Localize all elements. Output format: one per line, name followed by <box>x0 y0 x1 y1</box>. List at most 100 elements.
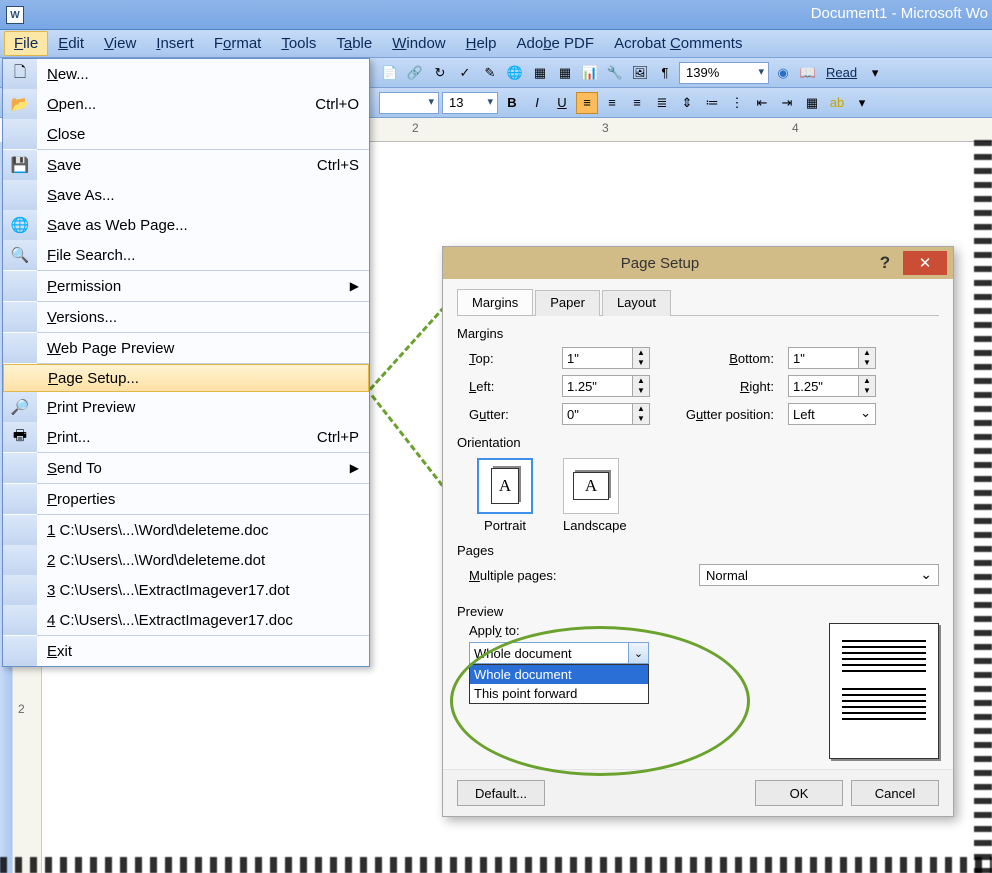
close-button[interactable]: ✕ <box>903 251 947 275</box>
file-menu-item[interactable]: Versions... <box>3 302 369 332</box>
file-menu-item[interactable]: Page Setup... <box>3 364 369 392</box>
file-menu-item[interactable]: Exit <box>3 636 369 666</box>
toolbar-button[interactable]: ▦ <box>529 62 551 84</box>
toolbar-button[interactable]: 🖼 <box>629 62 651 84</box>
file-menu-item[interactable]: Save As... <box>3 180 369 210</box>
justify-button[interactable]: ≣ <box>651 92 673 114</box>
top-spinbox[interactable]: ▲▼ <box>562 347 662 369</box>
increase-indent-button[interactable]: ⇥ <box>776 92 798 114</box>
bottom-spinbox[interactable]: ▲▼ <box>788 347 888 369</box>
underline-button[interactable]: U <box>551 92 573 114</box>
font-size-combo[interactable]: 13 <box>442 92 498 114</box>
toolbar-button[interactable]: 📄 <box>379 62 401 84</box>
spin-down[interactable]: ▼ <box>633 414 649 424</box>
align-left-button[interactable]: ≡ <box>576 92 598 114</box>
highlight-button[interactable]: ab <box>826 92 848 114</box>
spin-down[interactable]: ▼ <box>633 358 649 368</box>
font-name-combo[interactable] <box>379 92 439 114</box>
file-menu-item[interactable]: 4 C:\Users\...\ExtractImagever17.doc <box>3 605 369 635</box>
file-menu-item[interactable]: Web Page Preview <box>3 333 369 363</box>
menu-adobe-pdf[interactable]: Adobe PDF <box>507 31 605 56</box>
menu-edit[interactable]: Edit <box>48 31 94 56</box>
cancel-button[interactable]: Cancel <box>851 780 939 806</box>
bottom-input[interactable] <box>788 347 858 369</box>
gutter-position-select[interactable]: Left <box>788 403 876 425</box>
file-menu-item[interactable]: 🔎Print Preview <box>3 392 369 422</box>
apply-option-this-point-forward[interactable]: This point forward <box>470 684 648 703</box>
toolbar-button[interactable]: 🌐 <box>504 62 526 84</box>
spin-up[interactable]: ▲ <box>633 376 649 386</box>
left-input[interactable] <box>562 375 632 397</box>
tab-paper[interactable]: Paper <box>535 290 600 316</box>
menu-file[interactable]: File <box>4 31 48 56</box>
align-right-button[interactable]: ≡ <box>626 92 648 114</box>
apply-option-whole-document[interactable]: Whole document <box>470 665 648 684</box>
borders-button[interactable]: ▦ <box>801 92 823 114</box>
file-menu-item[interactable]: 1 C:\Users\...\Word\deleteme.doc <box>3 515 369 545</box>
toolbar-button[interactable]: 📊 <box>579 62 601 84</box>
ok-button[interactable]: OK <box>755 780 843 806</box>
read-label[interactable]: Read <box>822 65 861 80</box>
toolbar-overflow[interactable]: ▾ <box>864 62 886 84</box>
help-button[interactable]: ? <box>871 253 899 273</box>
chevron-down-icon[interactable]: ⌄ <box>628 643 648 663</box>
pilcrow-icon[interactable]: ¶ <box>654 62 676 84</box>
apply-to-combo[interactable]: Whole document ⌄ <box>469 642 649 664</box>
toolbar-button[interactable]: ▦ <box>554 62 576 84</box>
gutter-input[interactable] <box>562 403 632 425</box>
toolbar-button[interactable]: 🔧 <box>604 62 626 84</box>
read-mode-icon[interactable]: 📖 <box>797 62 819 84</box>
help-icon[interactable]: ◉ <box>772 62 794 84</box>
file-menu-item[interactable]: Permission▶ <box>3 271 369 301</box>
file-menu-item[interactable]: Send To▶ <box>3 453 369 483</box>
bullet-list-button[interactable]: ⋮ <box>726 92 748 114</box>
file-menu-item[interactable]: 🌐Save as Web Page... <box>3 210 369 240</box>
right-spinbox[interactable]: ▲▼ <box>788 375 888 397</box>
orientation-landscape[interactable]: Landscape <box>563 458 627 533</box>
spin-down[interactable]: ▼ <box>859 358 875 368</box>
gutter-spinbox[interactable]: ▲▼ <box>562 403 662 425</box>
file-menu-item[interactable]: 🗋New... <box>3 59 369 89</box>
dialog-title-bar[interactable]: Page Setup ? ✕ <box>443 247 953 279</box>
file-menu-item[interactable]: 3 C:\Users\...\ExtractImagever17.dot <box>3 575 369 605</box>
file-menu-item[interactable]: 🔍File Search... <box>3 240 369 270</box>
menu-help[interactable]: Help <box>456 31 507 56</box>
bold-button[interactable]: B <box>501 92 523 114</box>
menu-window[interactable]: Window <box>382 31 455 56</box>
toolbar-button[interactable]: ✎ <box>479 62 501 84</box>
toolbar-button[interactable]: ✓ <box>454 62 476 84</box>
file-menu-item[interactable]: 📂Open...Ctrl+O <box>3 89 369 119</box>
orientation-portrait[interactable]: Portrait <box>477 458 533 533</box>
toolbar-overflow[interactable]: ▾ <box>851 92 873 114</box>
spin-up[interactable]: ▲ <box>633 348 649 358</box>
zoom-combo[interactable]: 139% <box>679 62 769 84</box>
spin-up[interactable]: ▲ <box>859 376 875 386</box>
toolbar-button[interactable]: 🔗 <box>404 62 426 84</box>
default-button[interactable]: Default... <box>457 780 545 806</box>
menu-acrobat-comments[interactable]: Acrobat Comments <box>604 31 752 56</box>
menu-tools[interactable]: Tools <box>271 31 326 56</box>
file-menu-item[interactable]: 💾SaveCtrl+S <box>3 150 369 180</box>
file-menu-item[interactable]: 🖶Print...Ctrl+P <box>3 422 369 452</box>
spin-up[interactable]: ▲ <box>633 404 649 414</box>
file-menu-item[interactable]: Close <box>3 119 369 149</box>
align-center-button[interactable]: ≡ <box>601 92 623 114</box>
toolbar-button[interactable]: ↻ <box>429 62 451 84</box>
file-menu-item[interactable]: Properties <box>3 484 369 514</box>
tab-margins[interactable]: Margins <box>457 289 533 315</box>
menu-format[interactable]: Format <box>204 31 272 56</box>
multiple-pages-select[interactable]: Normal <box>699 564 939 586</box>
spin-up[interactable]: ▲ <box>859 348 875 358</box>
left-spinbox[interactable]: ▲▼ <box>562 375 662 397</box>
line-spacing-button[interactable]: ⇕ <box>676 92 698 114</box>
italic-button[interactable]: I <box>526 92 548 114</box>
file-menu-item[interactable]: 2 C:\Users\...\Word\deleteme.dot <box>3 545 369 575</box>
menu-view[interactable]: View <box>94 31 146 56</box>
tab-layout[interactable]: Layout <box>602 290 671 316</box>
top-input[interactable] <box>562 347 632 369</box>
decrease-indent-button[interactable]: ⇤ <box>751 92 773 114</box>
spin-down[interactable]: ▼ <box>633 386 649 396</box>
menu-insert[interactable]: Insert <box>146 31 204 56</box>
right-input[interactable] <box>788 375 858 397</box>
menu-table[interactable]: Table <box>326 31 382 56</box>
